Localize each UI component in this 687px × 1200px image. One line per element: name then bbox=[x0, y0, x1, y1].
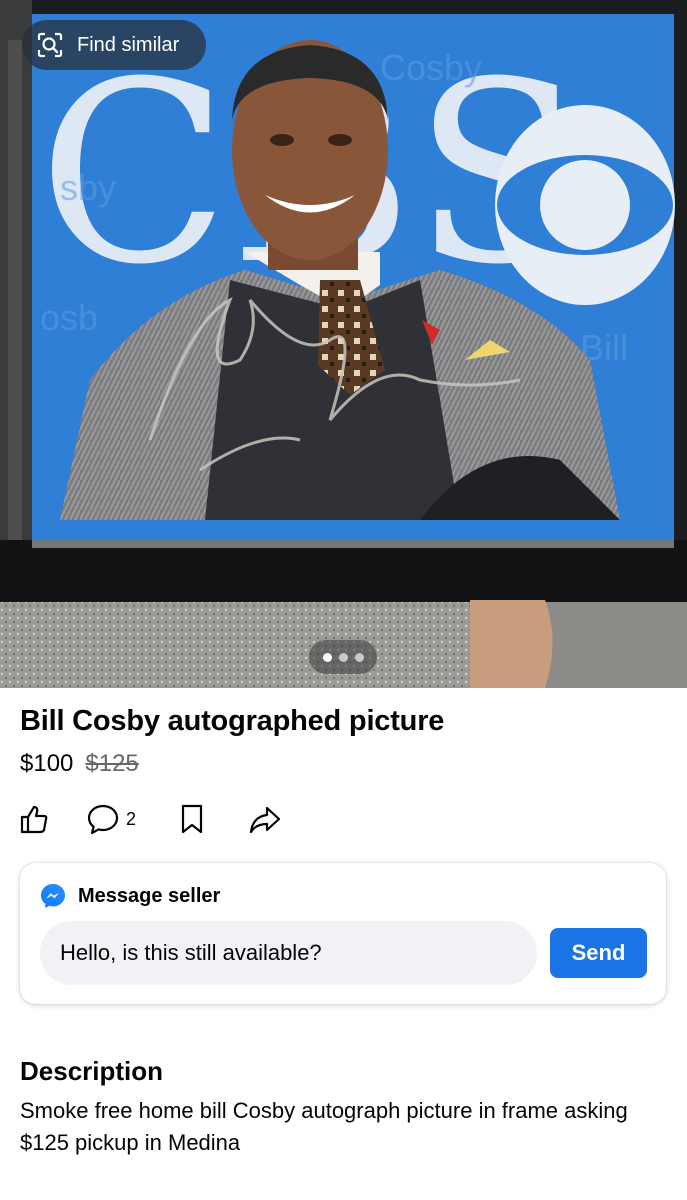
share-arrow-icon bbox=[249, 806, 281, 834]
save-button[interactable] bbox=[178, 803, 206, 835]
message-input[interactable] bbox=[40, 921, 537, 985]
find-similar-label: Find similar bbox=[77, 33, 180, 56]
svg-text:Cosby: Cosby bbox=[380, 47, 482, 88]
comment-count: 2 bbox=[126, 808, 137, 829]
message-seller-label: Message seller bbox=[78, 884, 221, 907]
comment-button[interactable]: 2 bbox=[86, 802, 136, 836]
message-seller-header: Message seller bbox=[40, 883, 220, 909]
description-heading: Description bbox=[20, 1056, 164, 1086]
messenger-icon bbox=[40, 883, 66, 909]
description-text: Smoke free home bill Cosby autograph pic… bbox=[20, 1098, 628, 1155]
carousel-dot-1[interactable] bbox=[322, 652, 332, 662]
original-price: $125 bbox=[85, 750, 139, 777]
share-button[interactable] bbox=[248, 803, 282, 835]
find-similar-button[interactable]: Find similar bbox=[22, 20, 206, 70]
thumbs-up-icon bbox=[20, 805, 48, 834]
action-bar: 2 bbox=[18, 800, 282, 838]
svg-text:osb: osb bbox=[40, 297, 98, 338]
comment-bubble-icon bbox=[87, 804, 119, 835]
visual-search-icon bbox=[37, 32, 63, 58]
message-seller-card: Message seller Send bbox=[20, 863, 666, 1004]
send-button[interactable]: Send bbox=[550, 928, 647, 978]
framed-autographed-photo-image: CBS Cosby sby osb Bill bbox=[0, 0, 687, 688]
svg-text:sby: sby bbox=[60, 167, 116, 208]
carousel-indicator[interactable] bbox=[309, 640, 377, 674]
carousel-dot-3[interactable] bbox=[354, 652, 364, 662]
current-price: $100 bbox=[20, 750, 74, 777]
bookmark-icon bbox=[181, 804, 203, 834]
listing-title: Bill Cosby autographed picture bbox=[20, 705, 445, 737]
like-button[interactable] bbox=[18, 803, 50, 835]
listing-photo[interactable]: CBS Cosby sby osb Bill bbox=[0, 0, 687, 688]
carousel-dot-2[interactable] bbox=[338, 652, 348, 662]
price-row: $100 $125 bbox=[20, 750, 139, 778]
